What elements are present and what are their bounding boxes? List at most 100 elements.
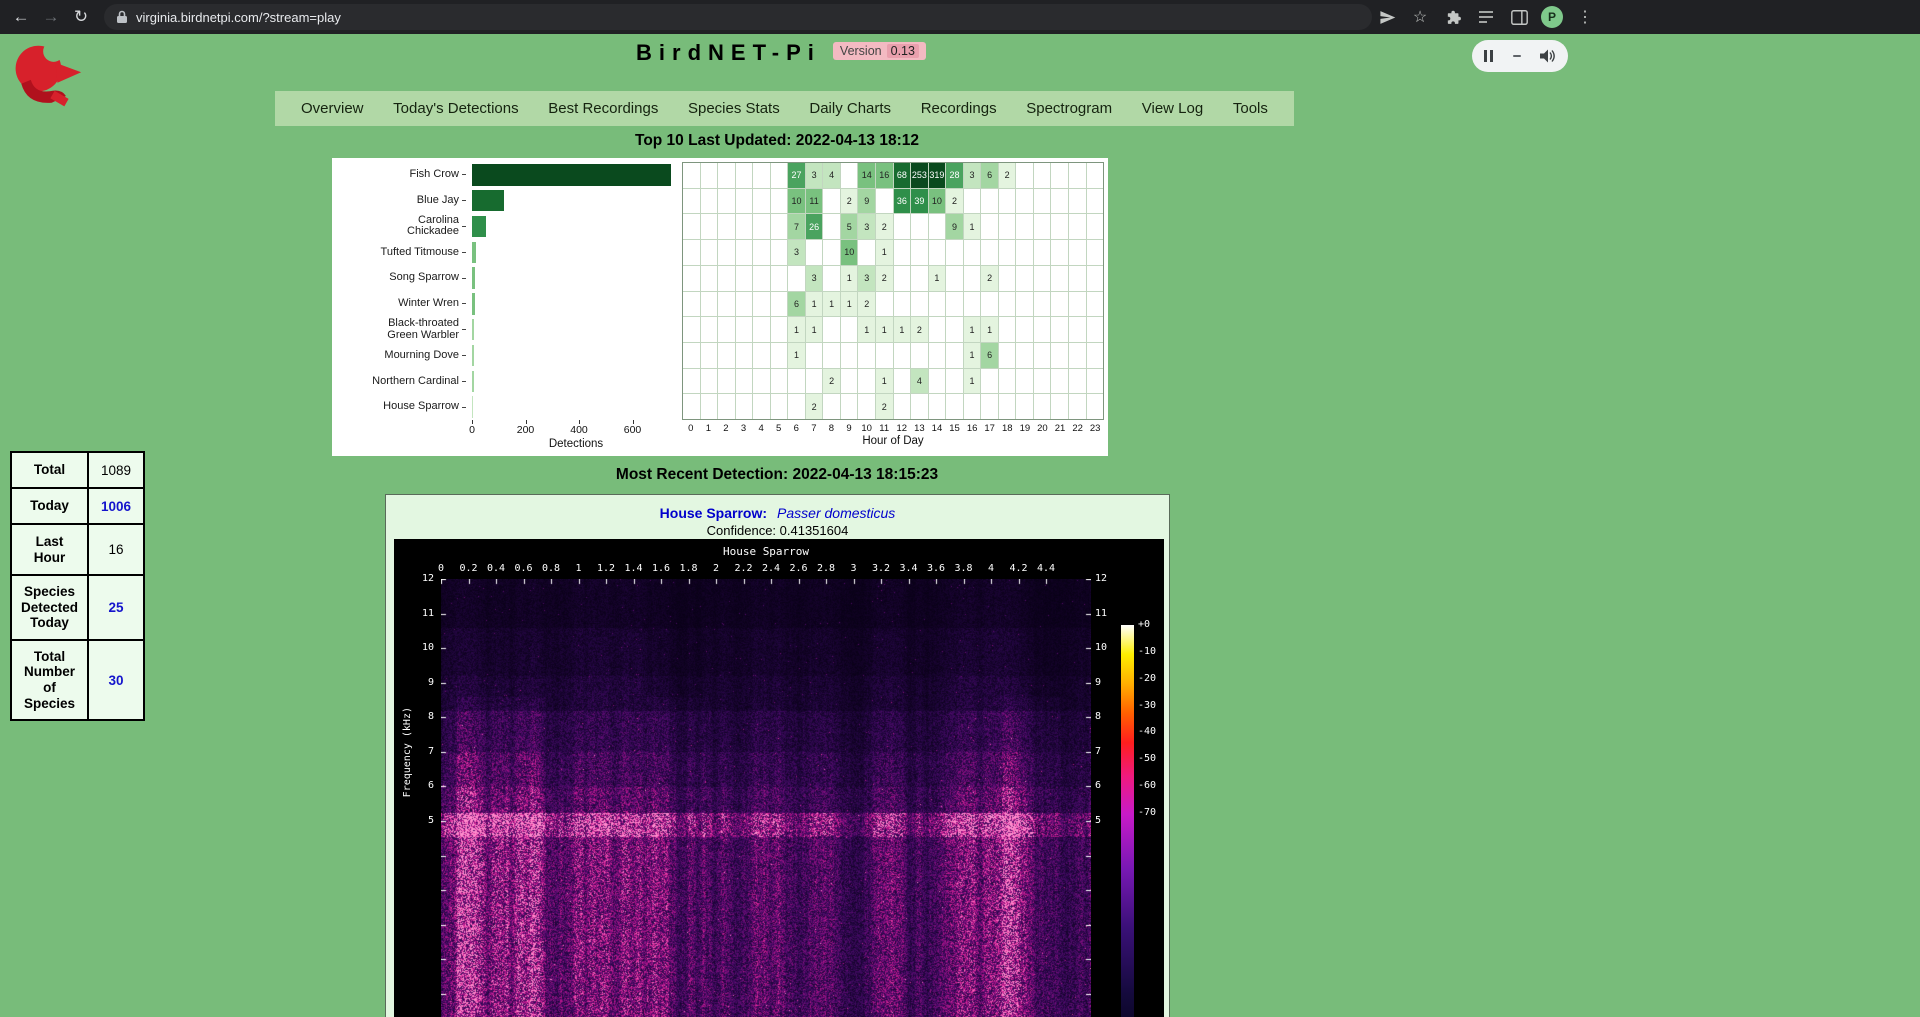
volume-icon[interactable] [1540, 49, 1556, 63]
spec-ytick: 7 [402, 746, 434, 757]
omnibox[interactable]: virginia.birdnetpi.com/?stream=play [104, 4, 1372, 30]
heat-cell [1051, 343, 1069, 368]
heat-cell [894, 266, 912, 291]
back-button[interactable]: ← [8, 4, 34, 30]
heat-cell [701, 214, 719, 239]
profile-avatar[interactable]: P [1541, 6, 1563, 28]
stats-label: Last Hour [11, 524, 88, 575]
chart-figure: Fish CrowBlue JayCarolina ChickadeeTufte… [332, 158, 1108, 456]
species-label-tufted-titmouse: Tufted Titmouse [332, 239, 466, 265]
heat-cell [736, 292, 754, 317]
heat-cell [753, 317, 771, 342]
heat-cell: 10 [788, 189, 806, 214]
heat-cell [788, 266, 806, 291]
heat-cell [981, 214, 999, 239]
heat-cell [683, 292, 701, 317]
bookmark-star-icon[interactable]: ☆ [1409, 6, 1431, 28]
heat-cell [701, 240, 719, 265]
heat-cell [929, 394, 947, 419]
heat-cell [894, 214, 912, 239]
hour-tick: 13 [914, 423, 925, 434]
nav-item-best-recordings[interactable]: Best Recordings [548, 100, 658, 117]
heat-cell: 1 [806, 292, 824, 317]
stats-value[interactable]: 25 [88, 575, 144, 640]
colorbar-tick: -70 [1138, 807, 1156, 818]
hour-tick: 3 [741, 423, 746, 434]
heat-cell [718, 343, 736, 368]
nav-item-view-log[interactable]: View Log [1142, 100, 1203, 117]
species-bar-northern-cardinal [472, 371, 474, 392]
heat-cell: 2 [876, 266, 894, 291]
nav-item-overview[interactable]: Overview [301, 100, 364, 117]
heat-cell [1034, 189, 1052, 214]
colorbar-tick: -10 [1138, 646, 1156, 657]
heat-cell [771, 240, 789, 265]
heat-cell: 1 [876, 369, 894, 394]
heat-cell [736, 214, 754, 239]
heat-cell [718, 394, 736, 419]
stats-label: Species Detected Today [11, 575, 88, 640]
heat-cell [929, 369, 947, 394]
detection-scientific-link[interactable]: Passer domesticus [777, 505, 895, 521]
heat-cell [858, 240, 876, 265]
heat-cell [964, 292, 982, 317]
spectrogram-canvas [441, 579, 1091, 1017]
species-bar-carolina-chickadee [472, 216, 486, 237]
heat-cell [964, 394, 982, 419]
forward-button[interactable]: → [38, 4, 64, 30]
heat-cell [701, 163, 719, 188]
pause-button[interactable] [1484, 50, 1493, 62]
heat-row-black-throated-green-warbler: 11111211 [683, 317, 1103, 343]
heat-cell [841, 369, 859, 394]
heat-cell [876, 189, 894, 214]
heat-cell [718, 266, 736, 291]
nav-item-today-s-detections[interactable]: Today's Detections [393, 100, 518, 117]
url-text[interactable]: virginia.birdnetpi.com/?stream=play [136, 10, 341, 25]
heat-cell [823, 189, 841, 214]
heat-cell [1087, 343, 1104, 368]
spectrogram-figure: House Sparrow Frequency (kHz) 00.20.40.6… [394, 539, 1164, 1017]
heat-cell [894, 369, 912, 394]
heat-cell [753, 189, 771, 214]
heat-cell [683, 240, 701, 265]
heat-cell [823, 214, 841, 239]
hour-tick: 11 [879, 423, 889, 434]
spec-ytick: 11 [402, 608, 434, 619]
nav-item-tools[interactable]: Tools [1233, 100, 1268, 117]
side-panel-icon[interactable] [1508, 6, 1530, 28]
heat-cell: 2 [876, 394, 894, 419]
detection-confidence: Confidence: 0.41351604 [386, 523, 1169, 538]
nav-item-spectrogram[interactable]: Spectrogram [1026, 100, 1112, 117]
detection-species-link[interactable]: House Sparrow: [660, 505, 767, 521]
species-label-mourning-dove: Mourning Dove [332, 343, 466, 369]
species-bar-fish-crow [472, 164, 671, 185]
heat-cell: 1 [894, 317, 912, 342]
hour-tick: 21 [1055, 423, 1066, 434]
heat-cell: 2 [981, 266, 999, 291]
nav-item-daily-charts[interactable]: Daily Charts [809, 100, 891, 117]
spec-ytick: 10 [402, 642, 434, 653]
species-bar-house-sparrow [472, 396, 473, 417]
stats-value[interactable]: 1006 [88, 488, 144, 524]
heat-cell [911, 343, 929, 368]
browser-actions: ☆ P ⋮ [1376, 0, 1596, 34]
heat-cell [1069, 394, 1087, 419]
spec-xtick: 2.4 [762, 563, 780, 574]
heat-cell [1051, 240, 1069, 265]
heat-cell [999, 369, 1017, 394]
menu-kebab-icon[interactable]: ⋮ [1574, 6, 1596, 28]
extensions-icon[interactable] [1442, 6, 1464, 28]
stats-value[interactable]: 30 [88, 640, 144, 720]
reading-list-icon[interactable] [1475, 6, 1497, 28]
heat-cell [1034, 317, 1052, 342]
reload-button[interactable]: ↻ [68, 4, 94, 30]
send-icon[interactable] [1376, 6, 1398, 28]
heat-cell [1087, 240, 1104, 265]
heat-cell [753, 292, 771, 317]
nav-item-recordings[interactable]: Recordings [921, 100, 997, 117]
heat-cell [788, 394, 806, 419]
nav-item-species-stats[interactable]: Species Stats [688, 100, 780, 117]
player-timeline[interactable] [1513, 55, 1521, 57]
heat-cell [1016, 214, 1034, 239]
heat-xaxis-label: Hour of Day [862, 435, 923, 447]
